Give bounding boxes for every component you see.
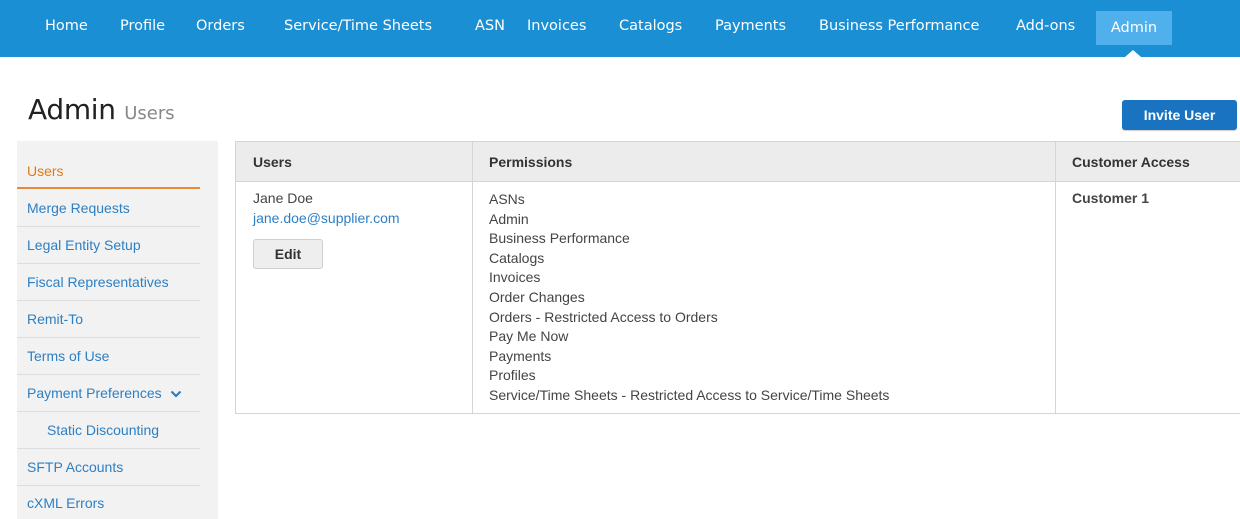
nav-add-ons[interactable]: Add-ons	[1016, 0, 1075, 57]
nav-profile[interactable]: Profile	[120, 0, 165, 57]
sidebar-item-cxml-errors[interactable]: cXML Errors	[17, 486, 200, 519]
sidebar-item-merge-requests[interactable]: Merge Requests	[17, 190, 200, 227]
admin-sidebar: Users Merge Requests Legal Entity Setup …	[17, 141, 218, 519]
permission-item: Business Performance	[489, 230, 630, 247]
customer-access-value: Customer 1	[1072, 190, 1150, 206]
column-divider	[472, 142, 473, 414]
page-title: Admin Users	[28, 93, 175, 126]
nav-orders[interactable]: Orders	[196, 0, 245, 57]
permission-item: Payments	[489, 347, 552, 364]
sidebar-item-static-discounting[interactable]: Static Discounting	[17, 412, 200, 449]
sidebar-item-payment-preferences[interactable]: Payment Preferences	[17, 375, 200, 412]
table-header: Users Permissions Customer Access	[236, 142, 1240, 182]
permission-item: Service/Time Sheets - Restricted Access …	[489, 386, 890, 403]
permissions-list: ASNs Admin Business Performance Catalogs…	[489, 190, 889, 406]
permission-item: Profiles	[489, 367, 536, 384]
column-divider	[1055, 142, 1056, 414]
sidebar-item-sftp-accounts[interactable]: SFTP Accounts	[17, 449, 200, 486]
permission-item: Orders - Restricted Access to Orders	[489, 308, 718, 325]
sidebar-item-terms-of-use[interactable]: Terms of Use	[17, 338, 200, 375]
sidebar-item-users[interactable]: Users	[17, 154, 200, 189]
nav-business-performance[interactable]: Business Performance	[819, 0, 979, 57]
nav-asn[interactable]: ASN	[475, 0, 505, 57]
permission-item: Pay Me Now	[489, 328, 569, 345]
edit-user-button[interactable]: Edit	[253, 239, 323, 269]
nav-admin[interactable]: Admin	[1096, 11, 1172, 45]
nav-service-time-sheets[interactable]: Service/Time Sheets	[284, 0, 432, 57]
permission-item: Order Changes	[489, 288, 585, 305]
permission-item: Admin	[489, 210, 529, 227]
nav-home[interactable]: Home	[45, 0, 88, 57]
chevron-down-icon[interactable]	[170, 387, 182, 399]
page-title-main: Admin	[28, 93, 116, 126]
permission-item: Catalogs	[489, 249, 545, 266]
page-title-sub: Users	[124, 103, 175, 124]
user-name: Jane Doe	[253, 190, 313, 206]
invite-user-button[interactable]: Invite User	[1122, 100, 1237, 130]
column-header-permissions: Permissions	[489, 153, 573, 170]
nav-payments[interactable]: Payments	[715, 0, 786, 57]
permission-item: ASNs	[489, 191, 525, 207]
users-table: Users Permissions Customer Access Jane D…	[235, 141, 1240, 414]
nav-invoices[interactable]: Invoices	[527, 0, 586, 57]
user-email-link[interactable]: jane.doe@supplier.com	[253, 210, 400, 226]
sidebar-item-fiscal-representatives[interactable]: Fiscal Representatives	[17, 264, 200, 301]
sidebar-item-label: Payment Preferences	[27, 385, 162, 401]
column-header-users: Users	[253, 153, 292, 170]
sidebar-item-legal-entity-setup[interactable]: Legal Entity Setup	[17, 227, 200, 264]
column-header-customer-access: Customer Access	[1072, 153, 1190, 170]
top-nav-bar: Home Profile Orders Service/Time Sheets …	[0, 0, 1240, 57]
nav-catalogs[interactable]: Catalogs	[619, 0, 682, 57]
active-tab-caret-icon	[1125, 50, 1141, 57]
sidebar-item-remit-to[interactable]: Remit-To	[17, 301, 200, 338]
permission-item: Invoices	[489, 269, 541, 286]
